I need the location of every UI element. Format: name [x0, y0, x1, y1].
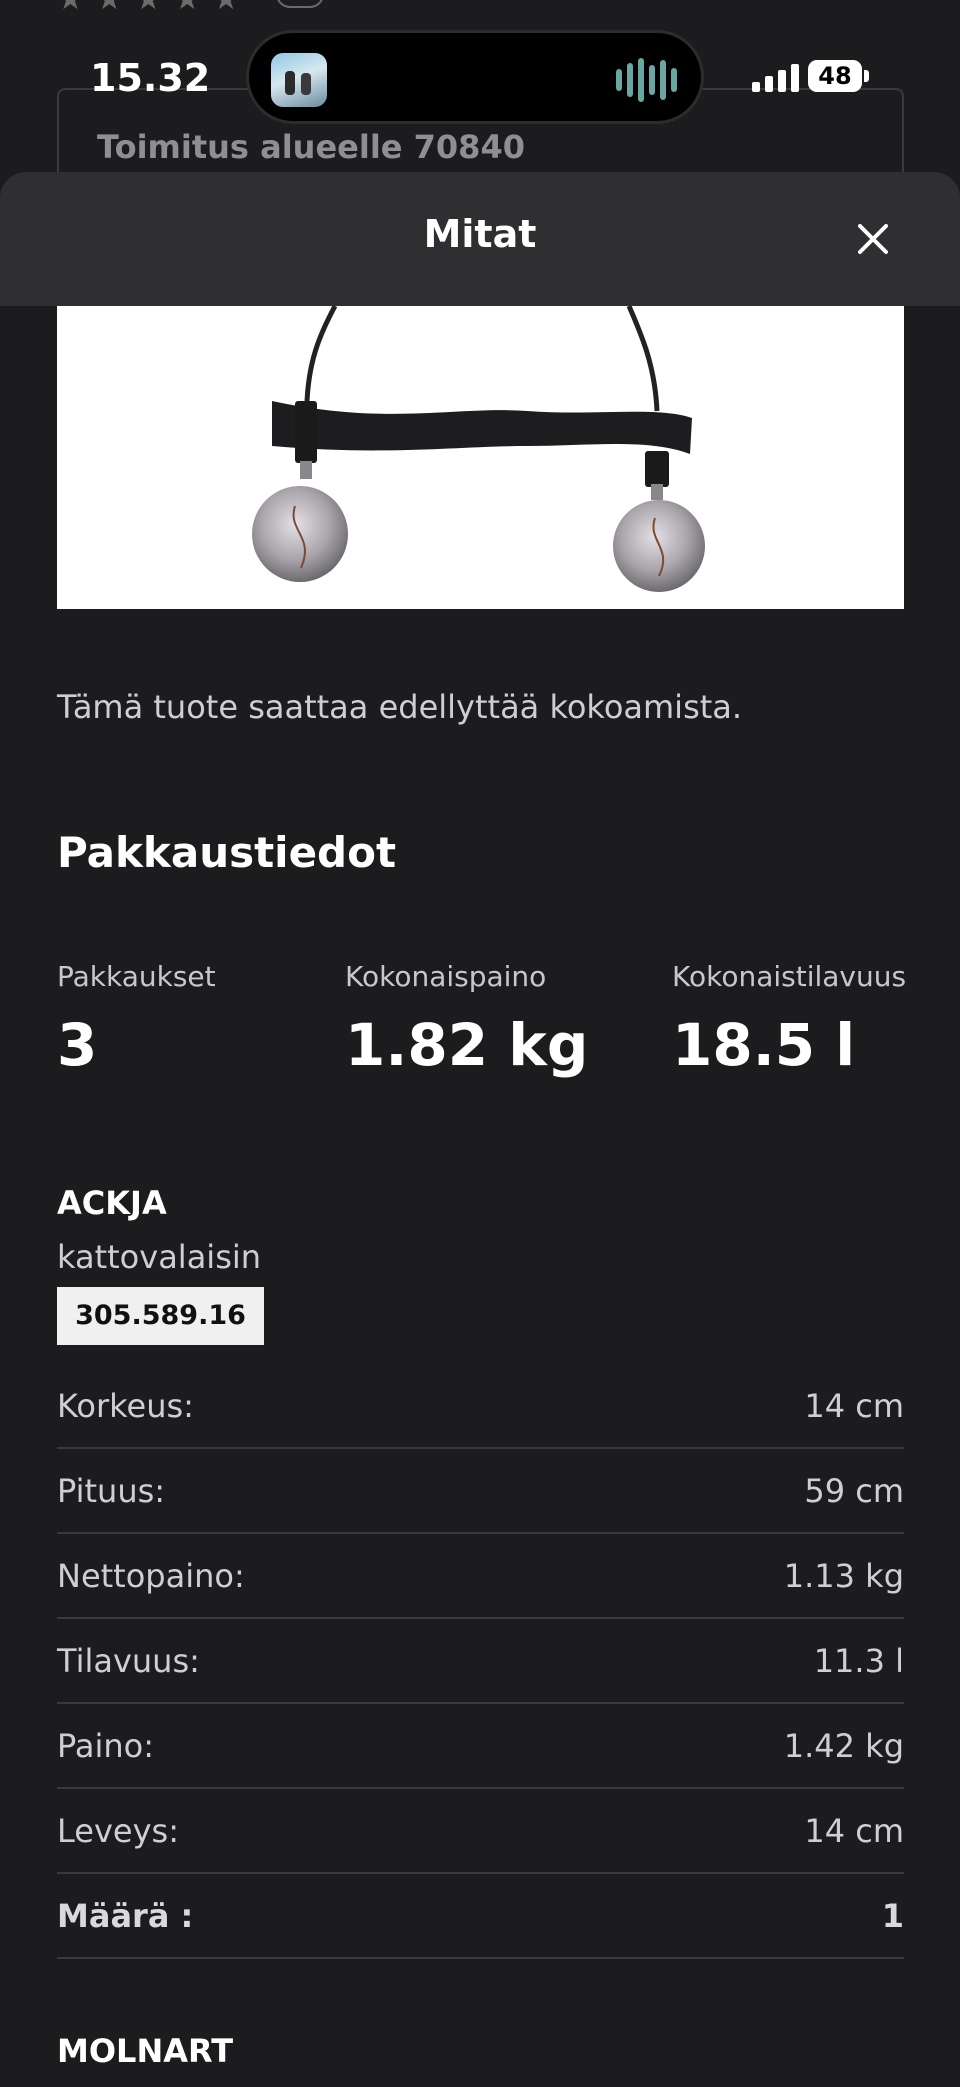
- close-button[interactable]: [848, 214, 898, 264]
- product-image: [57, 306, 904, 609]
- article-number-badge: 305.589.16: [57, 1287, 264, 1345]
- close-icon[interactable]: [848, 214, 898, 264]
- star-icon: ★: [213, 0, 240, 17]
- rating-stars: ★ ★ ★ ★ ★: [57, 0, 240, 17]
- spec-row-width: Leveys: 14 cm: [57, 1789, 904, 1874]
- product-type: kattovalaisin: [57, 1238, 262, 1276]
- spec-row-quantity: Määrä : 1: [57, 1874, 904, 1959]
- now-playing-artwork[interactable]: [271, 53, 327, 107]
- star-icon: ★: [57, 0, 84, 17]
- stat-packages: Pakkaukset 3: [57, 960, 216, 1079]
- delivery-text: Toimitus alueelle 70840: [97, 128, 525, 166]
- spec-label: Leveys:: [57, 1811, 179, 1850]
- spec-value: 59 cm: [804, 1471, 904, 1510]
- stat-value: 3: [57, 1011, 98, 1079]
- spec-value: 14 cm: [804, 1386, 904, 1425]
- spec-value: 14 cm: [804, 1811, 904, 1850]
- stat-value: 1.82 kg: [345, 1011, 589, 1079]
- status-time: 15.32: [90, 56, 211, 100]
- star-icon: ★: [174, 0, 201, 17]
- spec-row-net-weight: Nettopaino: 1.13 kg: [57, 1534, 904, 1619]
- spec-value: 1: [881, 1896, 904, 1935]
- stat-total-volume: Kokonaistilavuus 18.5 l: [672, 960, 906, 1079]
- sheet-title: Mitat: [423, 212, 537, 256]
- spec-row-volume: Tilavuus: 11.3 l: [57, 1619, 904, 1704]
- star-icon: ★: [135, 0, 162, 17]
- battery-tip: [864, 70, 869, 82]
- spec-label: Paino:: [57, 1726, 154, 1765]
- package-info-title: Pakkaustiedot: [57, 828, 397, 877]
- spec-value: 1.42 kg: [783, 1726, 904, 1765]
- stat-label: Pakkaukset: [57, 960, 216, 993]
- spec-label: Nettopaino:: [57, 1556, 245, 1595]
- product-name: ACKJA: [57, 1184, 167, 1222]
- stat-value: 18.5 l: [672, 1011, 856, 1079]
- stat-label: Kokonaispaino: [345, 960, 547, 993]
- dynamic-island[interactable]: [246, 30, 704, 124]
- battery-icon: 48: [808, 60, 862, 92]
- stat-total-weight: Kokonaispaino 1.82 kg: [345, 960, 588, 1079]
- assembly-note: Tämä tuote saattaa edellyttää kokoamista…: [57, 688, 743, 726]
- dimensions-page: ★ ★ ★ ★ ★ 18 Toimitus alueelle 70840 15.…: [0, 0, 960, 2087]
- sheet-header: Mitat: [0, 172, 960, 306]
- stat-label: Kokonaistilavuus: [672, 960, 907, 993]
- spec-value: 11.3 l: [813, 1641, 904, 1680]
- pendant-lamp-illustration: [252, 306, 705, 592]
- spec-label: Määrä :: [57, 1896, 194, 1935]
- audio-waveform-icon: [616, 57, 677, 103]
- spec-label: Pituus:: [57, 1471, 166, 1510]
- spec-list: Korkeus: 14 cm Pituus: 59 cm Nettopaino:…: [57, 1364, 904, 1959]
- next-product-name: MOLNART: [57, 2032, 234, 2070]
- spec-value: 1.13 kg: [783, 1556, 904, 1595]
- star-icon: ★: [96, 0, 123, 17]
- spec-row-height: Korkeus: 14 cm: [57, 1364, 904, 1449]
- review-count: 18: [276, 0, 324, 8]
- cellular-signal-icon: [752, 64, 799, 92]
- spec-row-weight: Paino: 1.42 kg: [57, 1704, 904, 1789]
- spec-row-length: Pituus: 59 cm: [57, 1449, 904, 1534]
- spec-label: Korkeus:: [57, 1386, 194, 1425]
- spec-label: Tilavuus:: [57, 1641, 200, 1680]
